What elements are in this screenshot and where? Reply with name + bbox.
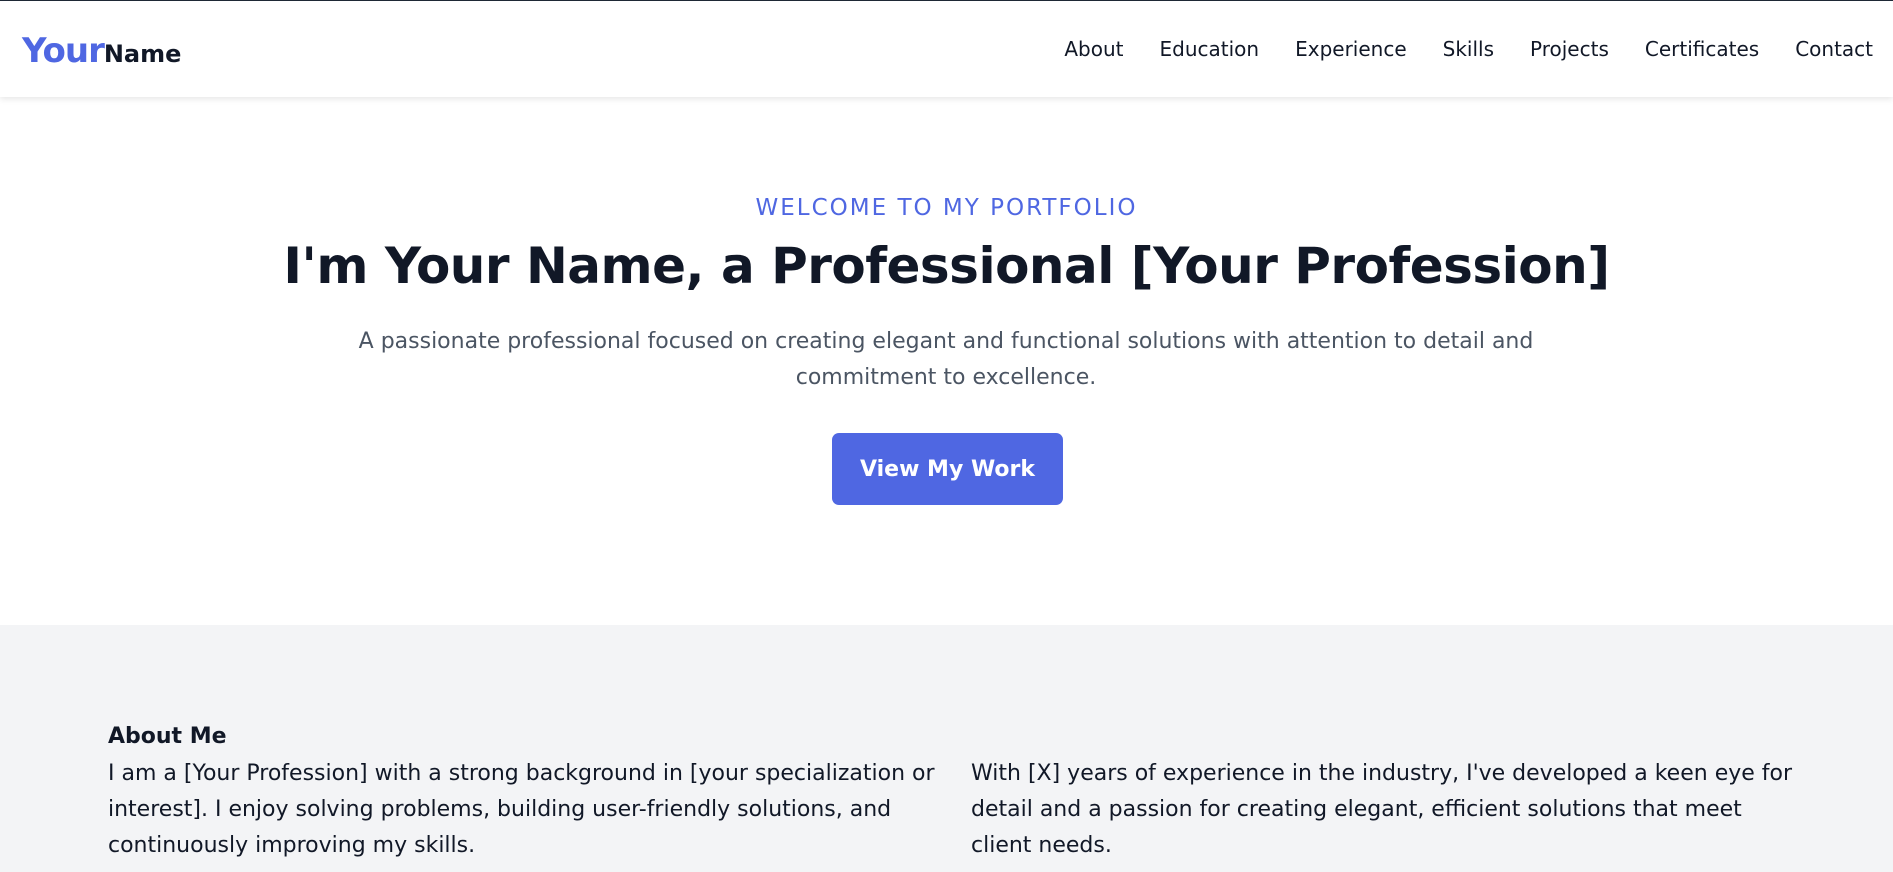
nav-link-certificates[interactable]: Certificates	[1645, 37, 1759, 61]
site-logo[interactable]: YourName	[22, 31, 181, 71]
nav-link-about[interactable]: About	[1064, 37, 1123, 61]
nav-link-education[interactable]: Education	[1160, 37, 1260, 61]
hero-eyebrow: WELCOME TO MY PORTFOLIO	[755, 195, 1138, 221]
nav-link-skills[interactable]: Skills	[1443, 37, 1494, 61]
about-section: About Me I am a [Your Profession] with a…	[0, 625, 1893, 872]
main-nav: About Education Experience Skills Projec…	[1064, 1, 1873, 97]
logo-name-text: Name	[103, 40, 182, 68]
logo-your-text: Your	[22, 31, 105, 71]
view-my-work-button[interactable]: View My Work	[832, 433, 1063, 505]
hero-title: I'm Your Name, a Professional [Your Prof…	[283, 237, 1610, 295]
nav-link-projects[interactable]: Projects	[1530, 37, 1609, 61]
hero-description: A passionate professional focused on cre…	[358, 329, 1534, 390]
about-paragraph-right: With [X] years of experience in the indu…	[971, 761, 1793, 858]
about-paragraph-left: I am a [Your Profession] with a strong b…	[108, 761, 935, 858]
top-navbar: YourName About Education Experience Skil…	[0, 1, 1893, 97]
nav-link-experience[interactable]: Experience	[1295, 37, 1407, 61]
hero-section: WELCOME TO MY PORTFOLIO I'm Your Name, a…	[0, 97, 1893, 625]
nav-link-contact[interactable]: Contact	[1795, 37, 1873, 61]
about-heading: About Me	[108, 724, 227, 749]
